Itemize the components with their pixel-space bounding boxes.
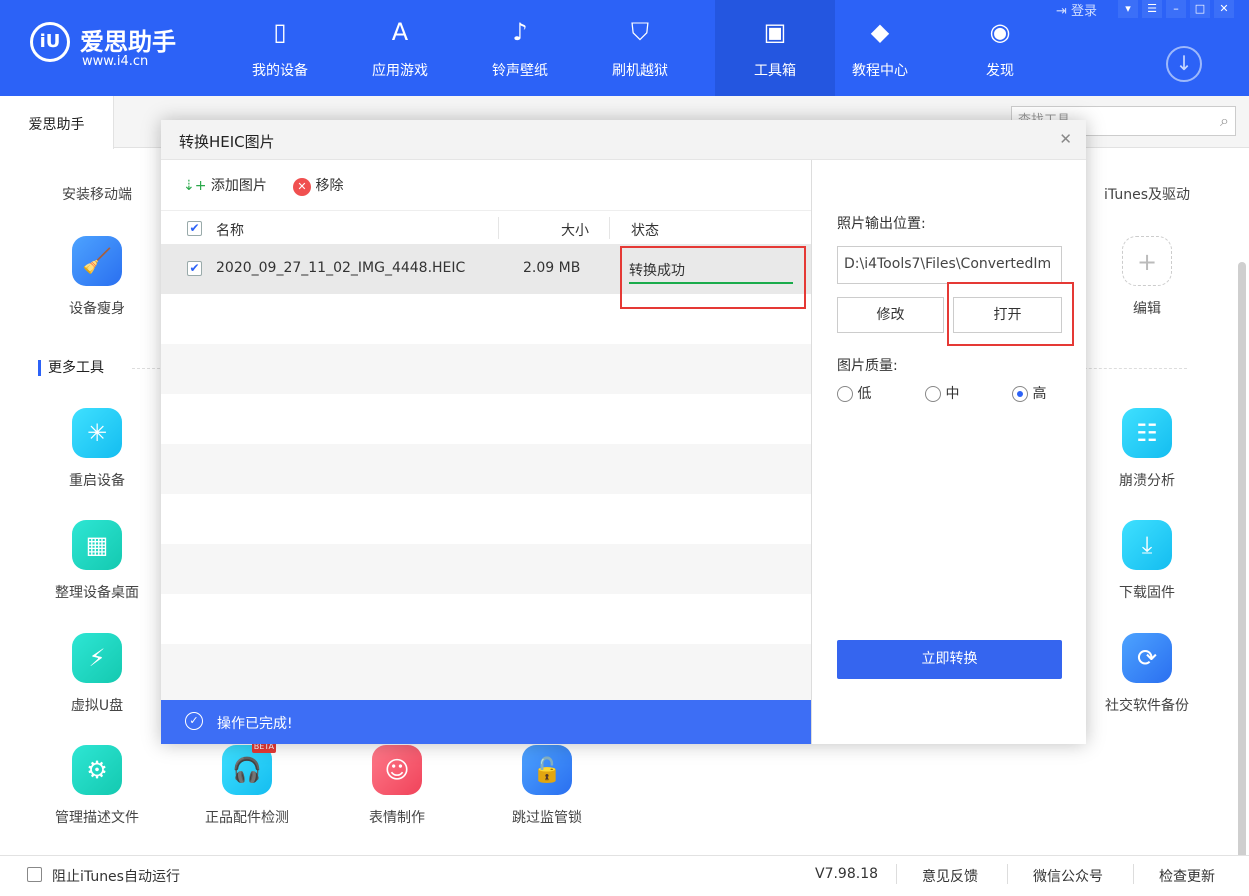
nav-tutorials[interactable]: ◆ 教程中心 <box>820 0 940 96</box>
column-size: 大小 <box>561 223 589 239</box>
table-header: ✔ 名称 大小 状态 <box>161 210 811 244</box>
settings-panel: 照片输出位置: D:\i4Tools7\Files\ConvertedIm 修改… <box>811 160 1086 744</box>
check-update-link[interactable]: 检查更新 <box>1159 866 1215 886</box>
search-icon: ⌕ <box>1220 111 1229 130</box>
tool-emoji[interactable]: ☺ 表情制作 <box>342 745 452 827</box>
section-more-tools: 更多工具 <box>38 360 104 376</box>
file-name: 2020_09_27_11_02_IMG_4448.HEIC <box>216 260 466 276</box>
graduation-cap-icon: ◆ <box>870 18 890 46</box>
remove-icon: ✕ <box>293 178 311 196</box>
highlight-box <box>947 282 1074 346</box>
nav-toolbox[interactable]: ▣ 工具箱 <box>715 0 835 96</box>
quality-low-radio[interactable]: 低 <box>837 383 871 403</box>
plus-icon: + <box>1122 236 1172 286</box>
file-panel: ⇣+ 添加图片 ✕ 移除 ✔ 名称 大小 状态 ✔ 2020_09_27_11_… <box>161 160 811 744</box>
grid-icon: ▦ <box>72 520 122 570</box>
tool-itunes-driver[interactable]: iTunes及驱动 <box>1092 150 1202 204</box>
tool-download-firmware[interactable]: ⤓ 下载固件 <box>1092 520 1202 602</box>
smiley-icon: ☺ <box>372 745 422 795</box>
output-path-input[interactable]: D:\i4Tools7\Files\ConvertedIm <box>837 246 1062 284</box>
appstore-icon: A <box>391 18 409 46</box>
heic-convert-dialog: 转换HEIC图片 ✕ ⇣+ 添加图片 ✕ 移除 ✔ 名称 大小 状态 ✔ 2020… <box>161 120 1086 744</box>
add-image-button[interactable]: ⇣+ 添加图片 <box>183 175 267 195</box>
usb-icon: ⚡ <box>72 633 122 683</box>
music-icon: ♪ <box>512 18 528 46</box>
tool-virtual-udisk[interactable]: ⚡ 虚拟U盘 <box>42 633 152 715</box>
folder-gear-icon: ⚙ <box>72 745 122 795</box>
add-file-icon: ⇣+ <box>183 178 207 194</box>
earphones-icon: 🎧 BETA <box>222 741 276 795</box>
dialog-title-bar: 转换HEIC图片 ✕ <box>161 120 1086 160</box>
shield-icon: ⛉ <box>631 18 649 46</box>
phone-icon: ▯ <box>273 18 287 46</box>
nav-apps[interactable]: A 应用游戏 <box>340 0 460 96</box>
status-message: 操作已完成! <box>217 716 293 732</box>
nav-my-device[interactable]: ▯ 我的设备 <box>220 0 340 96</box>
quality-mid-radio[interactable]: 中 <box>925 383 959 403</box>
app-url: www.i4.cn <box>82 54 149 69</box>
highlight-box <box>620 246 806 309</box>
login-button[interactable]: ⇥ 登录 <box>1056 0 1097 19</box>
tool-restart[interactable]: ✳ 重启设备 <box>42 408 152 490</box>
unlock-icon: 🔓 <box>522 745 572 795</box>
column-name: 名称 <box>216 223 244 239</box>
tool-install-mobile[interactable]: 安装移动端 <box>42 150 152 204</box>
file-size: 2.09 MB <box>523 260 581 276</box>
tool-organize-desktop[interactable]: ▦ 整理设备桌面 <box>42 520 152 602</box>
tool-skip-supervision[interactable]: 🔓 跳过监管锁 <box>492 745 602 827</box>
check-circle-icon: ✓ <box>185 712 203 730</box>
version-label: V7.98.18 <box>815 866 879 882</box>
block-itunes-checkbox[interactable] <box>27 867 42 882</box>
skin-button[interactable]: ▾ <box>1118 0 1138 18</box>
chat-sync-icon: ⟳ <box>1122 633 1172 683</box>
wechat-link[interactable]: 微信公众号 <box>1033 866 1103 886</box>
nav-discover[interactable]: ◉ 发现 <box>940 0 1060 96</box>
loading-icon: ✳ <box>72 408 122 458</box>
tool-edit[interactable]: + 编辑 <box>1092 236 1202 318</box>
block-itunes-label[interactable]: 阻止iTunes自动运行 <box>52 866 180 886</box>
clipboard-icon: ☷ <box>1122 408 1172 458</box>
maximize-button[interactable]: □ <box>1190 0 1210 18</box>
convert-button[interactable]: 立即转换 <box>837 640 1062 679</box>
modify-button[interactable]: 修改 <box>837 297 944 333</box>
feedback-link[interactable]: 意见反馈 <box>922 866 978 886</box>
tool-social-backup[interactable]: ⟳ 社交软件备份 <box>1092 633 1202 715</box>
tab-home[interactable]: 爱思助手 <box>0 96 114 149</box>
column-status: 状态 <box>631 223 659 239</box>
minimize-button[interactable]: – <box>1166 0 1186 18</box>
menu-button[interactable]: ☰ <box>1142 0 1162 18</box>
tool-profiles[interactable]: ⚙ 管理描述文件 <box>42 745 152 827</box>
close-button[interactable]: ✕ <box>1214 0 1234 18</box>
download-tray-icon: ⤓ <box>1122 520 1172 570</box>
nav-ringtones[interactable]: ♪ 铃声壁纸 <box>460 0 580 96</box>
broom-icon: 🧹 <box>72 236 122 286</box>
download-icon[interactable]: ↓ <box>1166 46 1202 82</box>
row-checkbox[interactable]: ✔ <box>187 261 202 276</box>
nav-flash[interactable]: ⛉ 刷机越狱 <box>580 0 700 96</box>
dialog-title: 转换HEIC图片 <box>179 133 275 151</box>
logo-icon: iU <box>30 22 70 62</box>
dialog-close-icon[interactable]: ✕ <box>1059 130 1072 148</box>
tool-crash-analysis[interactable]: ☷ 崩溃分析 <box>1092 408 1202 490</box>
scrollbar[interactable] <box>1238 262 1246 860</box>
toolbox-icon: ▣ <box>763 18 787 46</box>
select-all-checkbox[interactable]: ✔ <box>187 221 202 236</box>
quality-label: 图片质量: <box>837 358 898 374</box>
remove-button[interactable]: ✕ 移除 <box>293 175 343 196</box>
app-name: 爱思助手 <box>80 28 176 56</box>
quality-high-radio[interactable]: 高 <box>1012 383 1046 403</box>
output-label: 照片输出位置: <box>837 216 926 232</box>
tool-slim-device[interactable]: 🧹 设备瘦身 <box>42 236 152 318</box>
compass-icon: ◉ <box>989 18 1011 46</box>
status-bar: ✓ 操作已完成! <box>161 700 811 744</box>
tool-accessory-check[interactable]: 🎧 BETA 正品配件检测 <box>192 741 302 827</box>
login-icon: ⇥ <box>1056 4 1072 19</box>
